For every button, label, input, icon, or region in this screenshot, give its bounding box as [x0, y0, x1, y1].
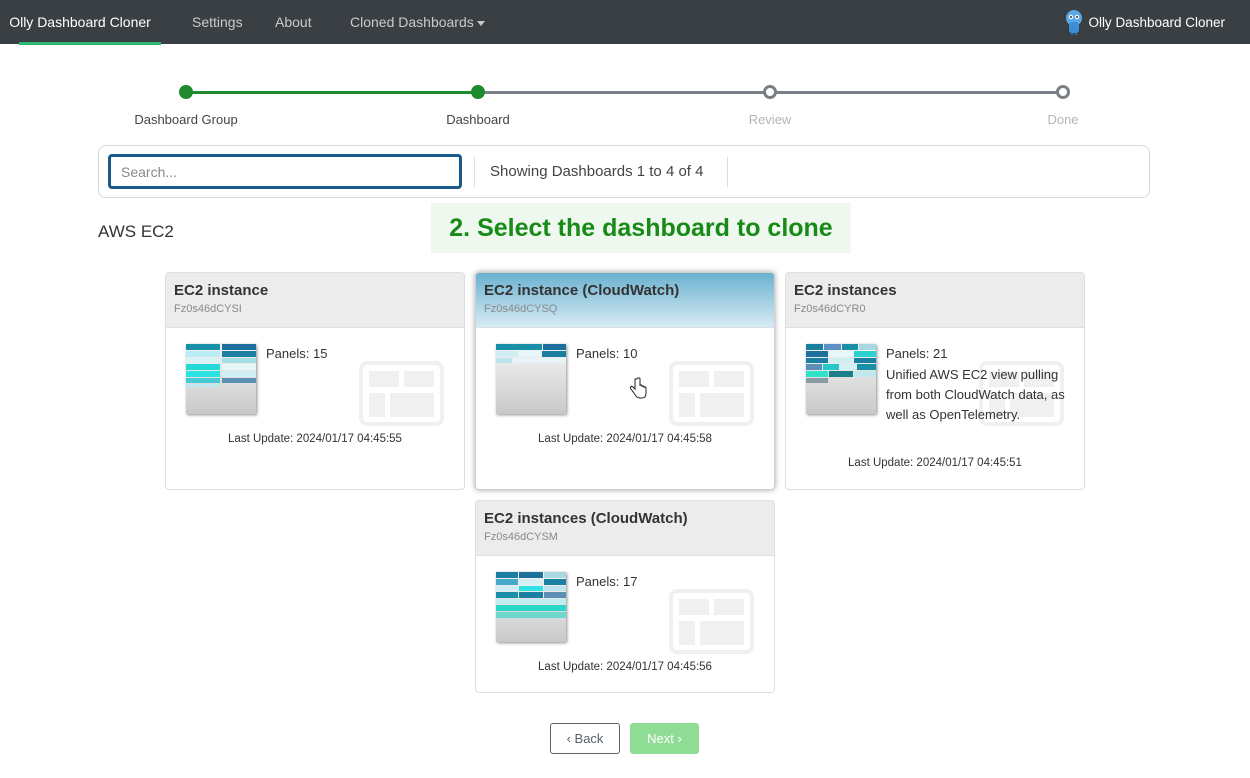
nav-cloned-dashboards-label: Cloned Dashboards	[350, 14, 474, 30]
dashboard-watermark-icon	[359, 361, 444, 426]
nav-right-title: Olly Dashboard Cloner	[1088, 14, 1225, 30]
card-last-update: Last Update: 2024/01/17 04:45:55	[228, 433, 402, 445]
card-title: EC2 instances (CloudWatch)	[484, 510, 688, 527]
chevron-right-icon: ›	[677, 731, 682, 746]
step-dot-done	[1056, 85, 1070, 99]
card-header: EC2 instances (CloudWatch) Fz0s46dCYSM	[476, 501, 774, 556]
dashboard-thumbnail	[496, 572, 566, 642]
step-label-dashboard-group: Dashboard Group	[134, 112, 238, 127]
search-input[interactable]	[108, 154, 462, 189]
hand-cursor-icon	[629, 377, 647, 399]
chevron-left-icon: ‹	[566, 731, 571, 746]
card-title: EC2 instances	[794, 282, 897, 299]
nav-active-underline	[19, 42, 161, 45]
dashboard-watermark-icon	[669, 361, 754, 426]
dashboard-group-title: AWS EC2	[98, 222, 174, 241]
nav-about-link[interactable]: About	[275, 0, 312, 44]
olly-logo-icon	[1066, 10, 1083, 35]
card-uid: Fz0s46dCYSQ	[484, 303, 558, 315]
dashboard-thumbnail	[806, 344, 876, 414]
card-title: EC2 instance (CloudWatch)	[484, 282, 680, 299]
nav-right-brand: Olly Dashboard Cloner	[1064, 0, 1225, 44]
step-dot-dashboard	[471, 85, 485, 99]
card-header: EC2 instances Fz0s46dCYR0	[786, 273, 1084, 328]
card-panel-count: Panels: 15	[266, 346, 328, 361]
dashboard-watermark-icon	[669, 589, 754, 654]
card-uid: Fz0s46dCYSI	[174, 303, 242, 315]
card-panel-count: Panels: 21	[886, 346, 948, 361]
step-label-review: Review	[748, 112, 792, 127]
step-instruction-banner: 2. Select the dashboard to clone	[431, 203, 851, 253]
back-button-label: Back	[574, 731, 604, 746]
card-panel-count: Panels: 17	[576, 574, 638, 589]
step-dot-dashboard-group	[179, 85, 193, 99]
card-panel-count: Panels: 10	[576, 346, 638, 361]
toolbar-divider	[474, 157, 475, 187]
caret-down-icon	[476, 20, 485, 26]
dashboard-card[interactable]: EC2 instances Fz0s46dCYR0 Panels: 21 Uni…	[785, 272, 1085, 490]
card-last-update: Last Update: 2024/01/17 04:45:56	[538, 661, 712, 673]
top-navbar: Olly Dashboard Cloner Settings About Clo…	[0, 0, 1250, 45]
card-header: EC2 instance (CloudWatch) Fz0s46dCYSQ	[476, 273, 774, 328]
nav-cloned-dashboards-dropdown[interactable]: Cloned Dashboards	[350, 0, 485, 44]
next-button-label: Next	[647, 731, 674, 746]
card-uid: Fz0s46dCYSM	[484, 531, 558, 543]
showing-count-text: Showing Dashboards 1 to 4 of 4	[490, 163, 704, 180]
nav-settings-link[interactable]: Settings	[192, 0, 243, 44]
next-button[interactable]: Next ›	[630, 723, 699, 754]
back-button[interactable]: ‹ Back	[550, 723, 620, 754]
card-uid: Fz0s46dCYR0	[794, 303, 866, 315]
card-last-update: Last Update: 2024/01/17 04:45:51	[848, 457, 1022, 469]
stepper-line-complete	[186, 91, 478, 94]
toolbar-divider	[727, 157, 728, 187]
card-title: EC2 instance	[174, 282, 269, 299]
dashboard-thumbnail	[496, 344, 566, 414]
dashboard-card[interactable]: EC2 instance Fz0s46dCYSI Panels: 15 Last…	[165, 272, 465, 490]
dashboard-card[interactable]: EC2 instances (CloudWatch) Fz0s46dCYSM P…	[475, 500, 775, 693]
dashboard-card-selected[interactable]: EC2 instance (CloudWatch) Fz0s46dCYSQ Pa…	[475, 272, 775, 490]
step-label-dashboard: Dashboard	[446, 112, 510, 127]
nav-brand-link[interactable]: Olly Dashboard Cloner	[0, 0, 160, 44]
search-toolbar: Showing Dashboards 1 to 4 of 4	[98, 145, 1150, 198]
card-last-update: Last Update: 2024/01/17 04:45:58	[538, 433, 712, 445]
card-header: EC2 instance Fz0s46dCYSI	[166, 273, 464, 328]
step-dot-review	[763, 85, 777, 99]
card-description: Unified AWS EC2 view pulling from both C…	[886, 367, 1065, 422]
dashboard-thumbnail	[186, 344, 256, 414]
step-label-done: Done	[1047, 112, 1079, 127]
